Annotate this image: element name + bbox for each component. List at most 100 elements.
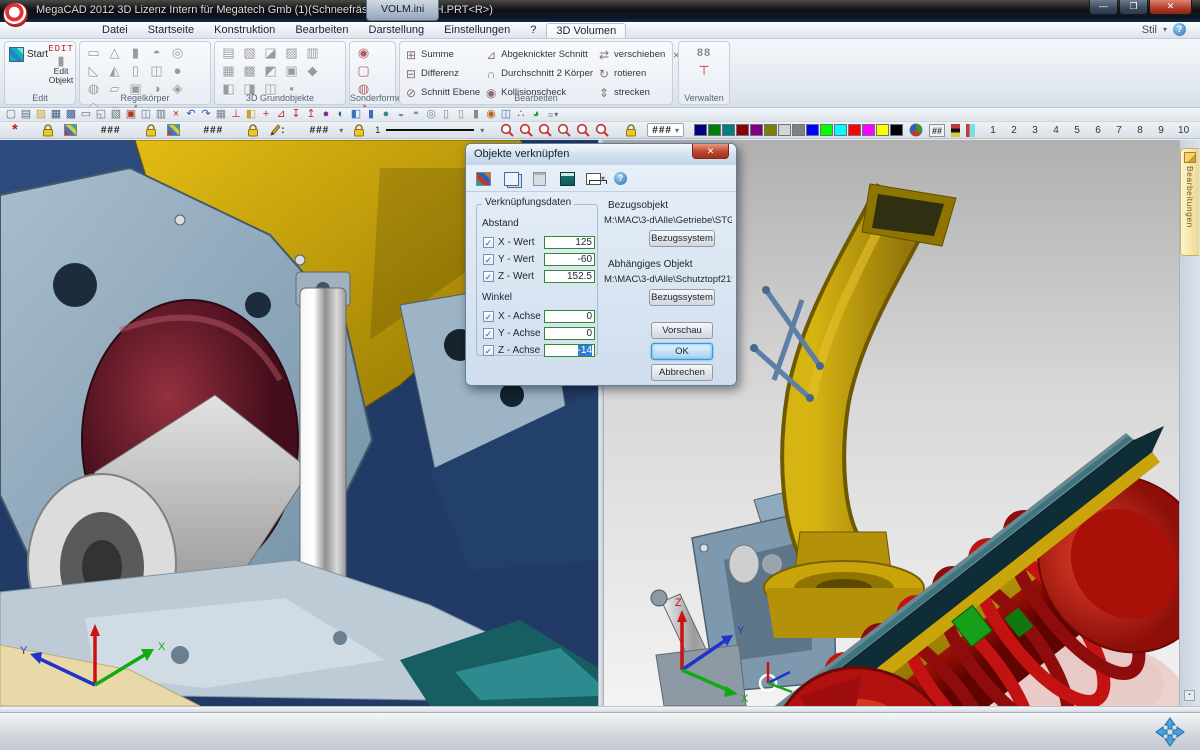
value-input[interactable]: 125 [544, 236, 595, 249]
ribbon-button[interactable]: ⊿Abgeknickter Schnitt [484, 45, 593, 64]
cyl-gray-icon[interactable]: ▯ [439, 108, 453, 121]
special-form-icon[interactable]: ▢ [353, 62, 374, 80]
swatch-gray[interactable] [792, 124, 805, 136]
folder-icon[interactable]: ▨ [34, 108, 48, 121]
zoom-window-icon[interactable] [519, 123, 533, 137]
view-number[interactable]: 6 [1094, 125, 1102, 136]
menu-item[interactable]: Startseite [138, 23, 204, 38]
layer-icon[interactable] [64, 124, 77, 136]
save-icon[interactable]: ▦ [49, 108, 63, 121]
cyl-gray2-icon[interactable]: ▯ [454, 108, 468, 121]
doc-pair-icon[interactable]: ◫ [139, 108, 153, 121]
group-value[interactable]: ### [204, 125, 224, 136]
primitive-icon[interactable]: ◺ [83, 62, 104, 80]
ok-button[interactable]: OK [651, 343, 713, 360]
ribbon-button[interactable]: ⊞Summe [404, 45, 480, 64]
cube-blue-icon[interactable]: ◧ [349, 108, 363, 121]
view-number[interactable]: 7 [1115, 125, 1123, 136]
digits-icon[interactable] [476, 172, 491, 186]
view-number[interactable]: 3 [1031, 125, 1039, 136]
solid-icon[interactable]: ▤ [218, 44, 239, 62]
zoom-all-icon[interactable] [595, 123, 609, 137]
dots-colored-icon[interactable]: ∴ [514, 108, 528, 121]
primitive-icon[interactable]: ▭ [83, 44, 104, 62]
zoom-in-icon[interactable] [557, 123, 571, 137]
value-input[interactable]: 0 [544, 310, 595, 323]
raise-icon[interactable]: ↥ [304, 108, 318, 121]
swatch-navy[interactable] [694, 124, 707, 136]
linestyle-stack-icon[interactable] [951, 124, 960, 137]
primitive-icon[interactable]: ◓ [146, 44, 167, 62]
plate2-icon[interactable]: ◓ [409, 108, 423, 121]
checkbox[interactable] [483, 254, 494, 265]
swatch-blue[interactable] [806, 124, 819, 136]
swatch-olive[interactable] [764, 124, 777, 136]
linewidth-value[interactable]: 1 [375, 125, 380, 135]
solid-icon[interactable]: ▧ [239, 44, 260, 62]
delete-pen-icon[interactable]: × [169, 108, 183, 121]
sphere-purple-icon[interactable]: ● [319, 108, 333, 121]
ribbon-button[interactable]: ⊟Differenz [404, 64, 480, 83]
view-number[interactable]: 5 [1073, 125, 1081, 136]
lock-icon[interactable] [145, 124, 157, 137]
bearbeitungen-tab[interactable]: Bearbeitungen [1180, 148, 1199, 256]
checkbox[interactable] [483, 328, 494, 339]
globe-icon[interactable]: ◐ [334, 108, 348, 121]
axis-red-icon[interactable]: ⊿ [274, 108, 288, 121]
megacad-logo-icon[interactable] [3, 2, 28, 27]
zoom-out-icon[interactable] [500, 123, 514, 137]
view-number[interactable]: 9 [1157, 125, 1165, 136]
value-input[interactable]: -60 [544, 253, 595, 266]
swatch-green[interactable] [708, 124, 721, 136]
swatch-teal[interactable] [722, 124, 735, 136]
cube-yellow-icon[interactable]: ◧ [244, 108, 258, 121]
help-icon[interactable]: ? [1173, 23, 1186, 36]
ribbon-button[interactable]: ↻rotieren [597, 64, 665, 83]
linestyle-bars-icon[interactable] [966, 124, 975, 137]
zoom-minus-icon[interactable] [576, 123, 590, 137]
edit-objekt-button[interactable]: EDIT ▮ Edit Objekt [45, 44, 77, 85]
menu-item[interactable]: Einstellungen [434, 23, 520, 38]
redo-icon[interactable]: ↷ [199, 108, 213, 121]
disk-teal-icon[interactable]: ● [379, 108, 393, 121]
doc-stamp-icon[interactable]: ▥ [154, 108, 168, 121]
lock-icon[interactable] [42, 124, 54, 137]
pen-value[interactable]: ### [310, 125, 330, 136]
reference-point-icon[interactable]: * [12, 123, 18, 137]
solid-icon[interactable]: ▥ [302, 44, 323, 62]
start-button[interactable]: Start [9, 47, 48, 62]
group-icon[interactable] [167, 124, 180, 136]
pan-navigation-icon[interactable] [1154, 716, 1186, 748]
primitive-icon[interactable]: ◎ [167, 44, 188, 62]
torus-icon[interactable]: ◎ [424, 108, 438, 121]
paste-icon[interactable] [533, 172, 546, 186]
solid-icon[interactable]: ▦ [218, 62, 239, 80]
value-input[interactable]: -14 [544, 344, 595, 357]
primitive-icon[interactable]: ● [167, 62, 188, 80]
toolbar-overflow-caret-icon[interactable]: ▾ [554, 110, 558, 119]
special-form-icon[interactable]: ◉ [353, 44, 374, 62]
manage-pairs-icon[interactable]: 88 [697, 47, 711, 59]
abbrechen-button[interactable]: Abbrechen [651, 364, 713, 381]
ball-orange-icon[interactable]: ◉ [484, 108, 498, 121]
primitive-icon[interactable]: ◫ [146, 62, 167, 80]
cyl-gray3-icon[interactable]: ▮ [469, 108, 483, 121]
swatch-black[interactable] [890, 124, 903, 136]
color-wheel-icon[interactable] [909, 123, 923, 137]
view-number[interactable]: 1 [989, 125, 997, 136]
checkbox[interactable] [483, 311, 494, 322]
manage-axis-icon[interactable]: ⊤ [698, 63, 709, 79]
linewidth-caret-icon[interactable]: ▾ [480, 126, 484, 135]
bezugssystem-button[interactable]: Bezugssystem [649, 230, 715, 247]
primitive-icon[interactable]: △ [104, 44, 125, 62]
solid-icon[interactable]: ◩ [260, 62, 281, 80]
menu-item[interactable]: Darstellung [359, 23, 435, 38]
solid-icon[interactable]: ◆ [302, 62, 323, 80]
color-wheel-icon[interactable]: ◕ [529, 108, 543, 121]
pen-caret-icon[interactable]: ▾ [339, 126, 343, 135]
dialog-close-button[interactable]: ✕ [692, 144, 729, 159]
open-doc-icon[interactable]: ▤ [19, 108, 33, 121]
view-number[interactable]: 8 [1136, 125, 1144, 136]
lock-icon[interactable] [247, 124, 259, 137]
swatch-purple[interactable] [750, 124, 763, 136]
